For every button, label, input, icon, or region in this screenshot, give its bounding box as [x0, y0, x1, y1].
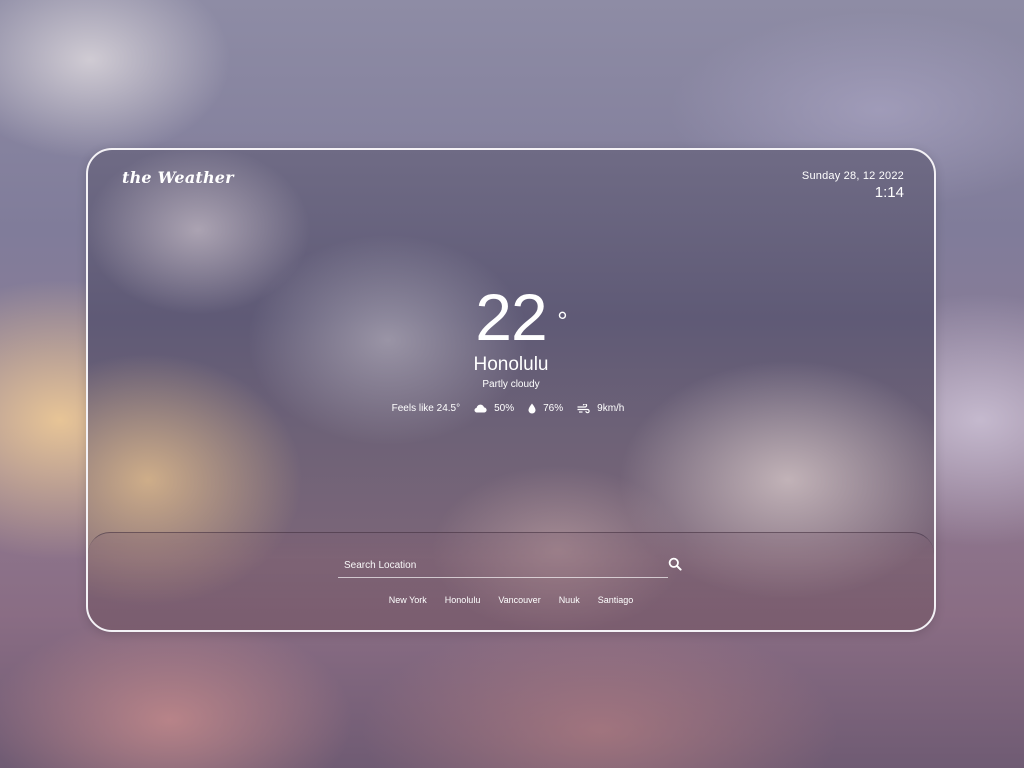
city-link-santiago[interactable]: Santiago: [598, 595, 634, 605]
humidity-value: 76%: [543, 403, 564, 414]
temperature: 22 °: [475, 280, 567, 354]
wind-value: 9km/h: [597, 403, 625, 414]
water-drop-icon: [528, 403, 536, 414]
humidity-stat: 76%: [528, 403, 563, 414]
city-link-new-york[interactable]: New York: [389, 595, 427, 605]
feels-like: Feels like 24.5°: [392, 403, 460, 414]
search-icon[interactable]: [668, 557, 684, 573]
cloudiness-value: 50%: [494, 403, 515, 414]
city-link-vancouver[interactable]: Vancouver: [498, 595, 540, 605]
city-name: Honolulu: [473, 354, 549, 375]
weather-stats: Feels like 24.5° 50% 76% 9km/h: [88, 403, 934, 414]
app-logo: the Weather: [122, 168, 234, 187]
cloud-icon: [474, 404, 487, 413]
feels-like-label: Feels like 24.5°: [391, 403, 461, 414]
search-field: [338, 555, 670, 578]
city-link-honolulu[interactable]: Honolulu: [445, 595, 481, 605]
date-time: Sunday 28, 12 2022 1:14: [802, 170, 904, 201]
quick-city-list: New York Honolulu Vancouver Nuuk Santiag…: [88, 595, 934, 605]
search-input[interactable]: [338, 555, 670, 576]
weather-card: the Weather Sunday 28, 12 2022 1:14 22 ° …: [86, 148, 936, 632]
temperature-value: 22: [475, 280, 547, 354]
search-panel: New York Honolulu Vancouver Nuuk Santiag…: [88, 532, 934, 630]
city-link-nuuk[interactable]: Nuuk: [559, 595, 580, 605]
temperature-unit: °: [557, 306, 567, 336]
current-time: 1:14: [874, 184, 904, 201]
wind-icon: [577, 403, 590, 414]
weather-condition: Partly cloudy: [482, 379, 540, 390]
current-date: Sunday 28, 12 2022: [801, 170, 904, 182]
wind-stat: 9km/h: [577, 403, 624, 414]
current-weather: 22 ° Honolulu Partly cloudy: [88, 284, 934, 390]
cloudiness-stat: 50%: [474, 403, 514, 414]
